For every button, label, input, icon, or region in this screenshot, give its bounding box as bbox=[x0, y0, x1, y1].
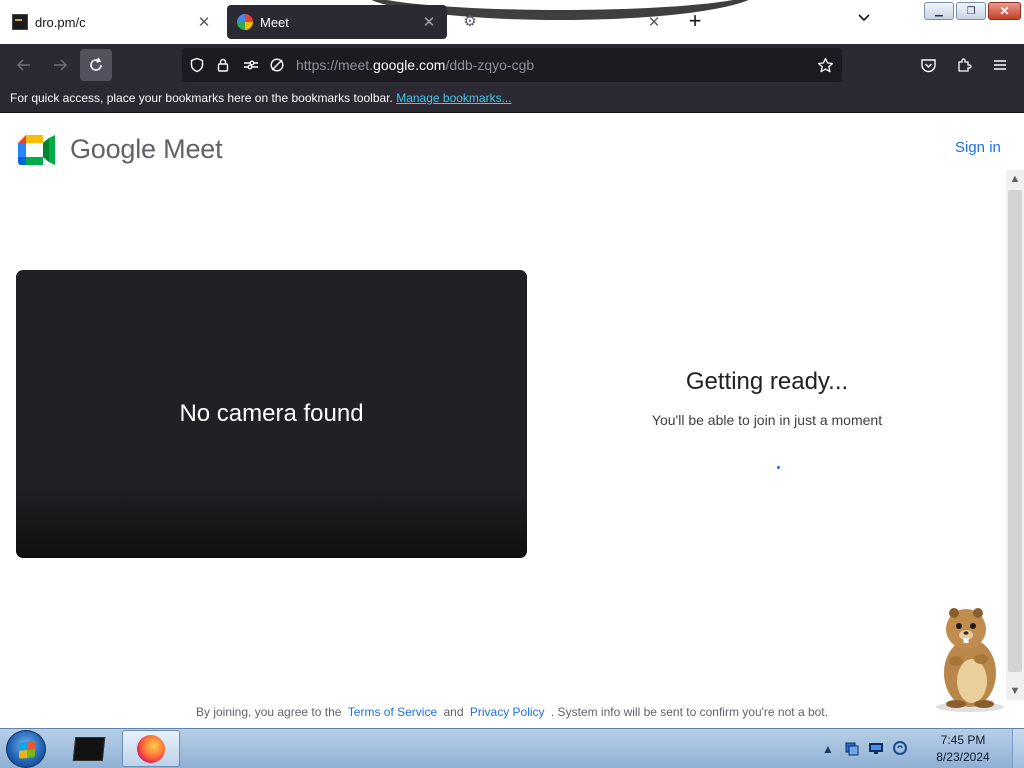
show-desktop-button[interactable] bbox=[1012, 729, 1024, 768]
bookmarks-toolbar: For quick access, place your bookmarks h… bbox=[0, 86, 1024, 113]
reload-button[interactable] bbox=[80, 49, 112, 81]
hamburger-menu-icon bbox=[994, 60, 1006, 70]
no-camera-message: No camera found bbox=[179, 400, 364, 427]
close-window-button[interactable]: ✕ bbox=[988, 2, 1021, 20]
google-meet-icon bbox=[18, 134, 55, 165]
url-text: https://meet.google.com/ddb-zqyo-cgb bbox=[296, 57, 534, 73]
legal-prefix: By joining, you agree to the bbox=[196, 705, 342, 719]
list-all-tabs-button[interactable] bbox=[852, 10, 876, 34]
clock-date: 8/23/2024 bbox=[936, 750, 990, 764]
address-bar[interactable]: https://meet.google.com/ddb-zqyo-cgb bbox=[182, 48, 842, 82]
manage-bookmarks-link[interactable]: Manage bookmarks... bbox=[396, 91, 511, 105]
tab-label: dro.pm/c bbox=[35, 14, 86, 30]
system-tray: ▲ 7:45 PM 8/23/2024 bbox=[816, 729, 1024, 768]
network-icon[interactable] bbox=[843, 740, 861, 758]
scroll-up-arrow-icon[interactable]: ▲ bbox=[1006, 170, 1024, 188]
windows-taskbar: ▲ 7:45 PM 8/23/2024 bbox=[0, 728, 1024, 768]
meet-page: Google Meet Sign in ▲ ▼ No camera found … bbox=[0, 113, 1024, 728]
back-button[interactable] bbox=[8, 49, 40, 81]
close-tab-icon[interactable]: ✕ bbox=[421, 13, 437, 31]
taskbar-terminal[interactable] bbox=[60, 730, 118, 767]
getting-ready-title: Getting ready... bbox=[685, 368, 849, 395]
tab-dro-pm[interactable]: dro.pm/c ✕ bbox=[2, 5, 222, 39]
bookmarks-hint: For quick access, place your bookmarks h… bbox=[10, 91, 393, 105]
arrow-left-icon bbox=[16, 59, 30, 71]
gopher-mascot-icon[interactable] bbox=[926, 601, 1012, 713]
legal-notice: By joining, you agree to the Terms of Se… bbox=[0, 705, 1024, 719]
url-prefix: https://meet. bbox=[296, 57, 374, 73]
url-host: google.com bbox=[373, 57, 446, 73]
navigation-toolbar: https://meet.google.com/ddb-zqyo-cgb bbox=[0, 44, 1024, 86]
close-tab-icon[interactable]: ✕ bbox=[196, 13, 212, 31]
new-tab-button[interactable]: + bbox=[683, 10, 707, 34]
start-button[interactable] bbox=[6, 730, 46, 768]
restore-button[interactable]: ❐ bbox=[956, 2, 986, 20]
tab-strip: dro.pm/c ✕ Meet ✕ ⚙ ✕ + ▁ ❐ ✕ bbox=[0, 0, 1024, 44]
url-path: /ddb-zqyo-cgb bbox=[445, 57, 535, 73]
terminal-favicon-icon bbox=[12, 14, 28, 30]
volume-icon[interactable] bbox=[891, 740, 909, 758]
gear-favicon-icon: ⚙ bbox=[463, 13, 477, 30]
legal-suffix: . System info will be sent to confirm yo… bbox=[550, 705, 828, 719]
lock-icon[interactable] bbox=[210, 48, 236, 82]
bookmark-star-icon[interactable] bbox=[812, 48, 838, 82]
forward-button[interactable] bbox=[44, 49, 76, 81]
pocket-button[interactable] bbox=[912, 49, 944, 81]
firefox-icon bbox=[137, 734, 165, 763]
pocket-icon bbox=[920, 58, 936, 72]
google-meet-favicon-icon bbox=[237, 14, 253, 30]
close-tab-icon[interactable]: ✕ bbox=[646, 13, 662, 31]
scrollbar-thumb[interactable] bbox=[1008, 190, 1022, 672]
puzzle-icon bbox=[957, 57, 972, 72]
arrow-right-icon bbox=[54, 59, 68, 71]
chevron-down-icon bbox=[858, 14, 870, 22]
show-hidden-icons-icon[interactable]: ▲ bbox=[819, 740, 837, 758]
tab-label: Meet bbox=[260, 14, 289, 30]
tab-meet[interactable]: Meet ✕ bbox=[227, 5, 447, 39]
permissions-icon[interactable] bbox=[238, 48, 264, 82]
camera-blocked-icon[interactable] bbox=[264, 48, 290, 82]
privacy-policy-link[interactable]: Privacy Policy bbox=[470, 705, 545, 719]
terms-of-service-link[interactable]: Terms of Service bbox=[348, 705, 437, 719]
window-controls: ▁ ❐ ✕ bbox=[924, 2, 1021, 20]
getting-ready-subtitle: You'll be able to join in just a moment bbox=[651, 412, 883, 428]
minimize-button[interactable]: ▁ bbox=[924, 2, 954, 20]
loading-spinner bbox=[777, 466, 780, 469]
system-clock[interactable]: 7:45 PM 8/23/2024 bbox=[918, 732, 1008, 766]
legal-and: and bbox=[443, 705, 464, 719]
sign-in-link[interactable]: Sign in bbox=[955, 139, 1001, 156]
tab-settings[interactable]: ⚙ ✕ bbox=[452, 5, 672, 39]
taskbar-firefox[interactable] bbox=[122, 730, 180, 767]
brand-name: Google Meet bbox=[70, 134, 223, 164]
clock-time: 7:45 PM bbox=[940, 733, 986, 747]
video-preview: No camera found bbox=[16, 270, 527, 558]
reload-icon bbox=[90, 57, 102, 71]
display-icon[interactable] bbox=[867, 740, 885, 758]
app-menu-button[interactable] bbox=[984, 49, 1016, 81]
terminal-icon bbox=[72, 736, 106, 761]
shield-icon[interactable] bbox=[184, 48, 210, 82]
extensions-button[interactable] bbox=[948, 49, 980, 81]
google-meet-logo[interactable]: Google Meet bbox=[18, 134, 223, 165]
